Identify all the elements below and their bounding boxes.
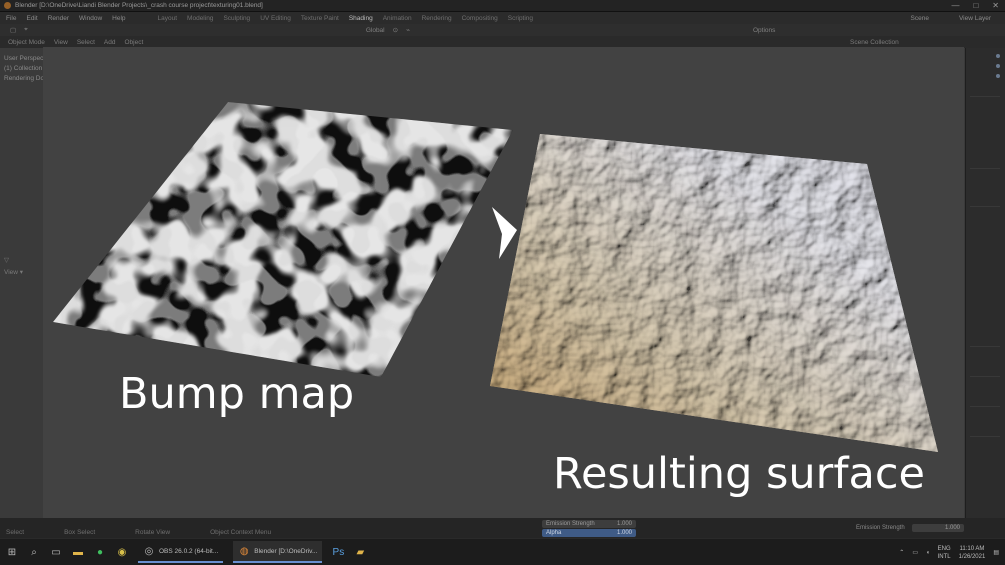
system-tray: ⌃ ▭ ◖ ENG INTL 11:10 AM 1/26/2021 ▤	[899, 539, 999, 565]
property-row[interactable]	[970, 198, 1000, 207]
field-label: Emission Strength	[546, 521, 595, 527]
field-value: 1.000	[616, 530, 632, 536]
obs-icon: ◎	[144, 545, 154, 557]
tab-rendering[interactable]: Rendering	[422, 15, 452, 22]
menu-window[interactable]: Window	[79, 15, 102, 22]
tab-modeling[interactable]: Modeling	[187, 15, 213, 22]
outliner-title: Scene Collection	[850, 38, 899, 46]
alpha-field[interactable]: Alpha 1.000	[542, 529, 636, 537]
network-icon[interactable]: ▭	[912, 549, 918, 556]
blender-logo-icon	[4, 2, 11, 9]
tool-settings-row: ▢ ⌖ Global ⊙ ⌁ Options	[0, 24, 1005, 36]
status-context-menu: Object Context Menu	[210, 529, 272, 536]
field-label: Alpha	[546, 530, 562, 536]
tab-layout[interactable]: Layout	[158, 15, 178, 22]
property-row[interactable]	[970, 338, 1000, 347]
status-box-select: Box Select	[64, 529, 96, 536]
close-button[interactable]: ✕	[992, 1, 999, 10]
property-row[interactable]	[970, 398, 1000, 407]
field-value: 1.000	[616, 521, 632, 527]
taskbar-app-obs[interactable]: ◎ OBS 26.0.2 (64-bit...	[138, 541, 224, 563]
tab-shading[interactable]: Shading	[349, 15, 373, 22]
object-mode-dropdown[interactable]: Object Mode	[8, 39, 45, 46]
tab-uv-editing[interactable]: UV Editing	[260, 15, 291, 22]
window-titlebar: Blender [D:\OneDrive\Liandi Blender Proj…	[0, 0, 1005, 12]
notification-icon[interactable]: ▤	[993, 549, 999, 556]
windows-start-icon[interactable]: ⊞	[6, 546, 18, 558]
menu-edit[interactable]: Edit	[26, 15, 37, 22]
right-emission-label: Emission Strength	[856, 525, 905, 531]
property-row[interactable]	[970, 160, 1000, 169]
window-title: Blender [D:\OneDrive\Liandi Blender Proj…	[15, 2, 263, 9]
status-rotate-view: Rotate View	[135, 529, 171, 536]
view-dropdown[interactable]: View ▾	[4, 268, 23, 276]
node-editor-strip: Emission Strength 1.000 Alpha 1.000 Emis…	[0, 518, 1005, 538]
transform-orientation-dropdown[interactable]: Global	[366, 27, 385, 34]
menu-file[interactable]: File	[6, 15, 16, 22]
folder-icon[interactable]: ▰	[354, 546, 366, 558]
language-sub: INTL	[937, 553, 951, 560]
maximize-button[interactable]: □	[973, 1, 978, 10]
visibility-icon[interactable]	[996, 54, 1000, 58]
scene-selector[interactable]: Scene	[911, 15, 929, 22]
right-emission-field[interactable]: 1.000	[912, 524, 964, 532]
tab-compositing[interactable]: Compositing	[462, 15, 498, 22]
tab-sculpting[interactable]: Sculpting	[223, 15, 250, 22]
slide-panel: Bump map Resulting surface	[43, 47, 964, 518]
chevron-up-icon[interactable]: ⌃	[899, 549, 904, 556]
language-indicator[interactable]: ENG INTL	[938, 545, 951, 561]
search-icon[interactable]: ⌕	[28, 546, 40, 558]
property-row[interactable]	[970, 88, 1000, 97]
statusbar: Select Box Select Rotate View Object Con…	[6, 529, 271, 536]
top-menubar: File Edit Render Window Help Layout Mode…	[0, 12, 1005, 24]
properties-panel	[965, 48, 1005, 518]
resulting-surface-caption: Resulting surface	[553, 449, 925, 499]
slot-dropdown[interactable]: ▽	[4, 256, 9, 264]
spotify-icon[interactable]: ●	[94, 546, 106, 558]
menu-render[interactable]: Render	[48, 15, 69, 22]
visibility-icon[interactable]	[996, 74, 1000, 78]
taskbar-app-label: OBS 26.0.2 (64-bit...	[159, 547, 219, 555]
menu-add[interactable]: Add	[104, 39, 116, 46]
clock[interactable]: 11:10 AM 1/26/2021	[959, 545, 986, 561]
taskbar-app-blender[interactable]: ◍ Blender [D:\OneDriv...	[233, 541, 323, 563]
windows-taskbar: ⊞ ⌕ ▭ ▬ ● ◉ ◎ OBS 26.0.2 (64-bit... ◍ Bl…	[0, 538, 1005, 565]
menu-view[interactable]: View	[54, 39, 68, 46]
field-value: 1.000	[944, 525, 960, 531]
resulting-surface-plane	[490, 134, 938, 452]
emission-strength-field[interactable]: Emission Strength 1.000	[542, 520, 636, 528]
task-view-icon[interactable]: ▭	[50, 546, 62, 558]
clock-time: 11:10 AM	[959, 545, 985, 552]
file-explorer-icon[interactable]: ▬	[72, 546, 84, 558]
tab-scripting[interactable]: Scripting	[508, 15, 533, 22]
status-select: Select	[6, 529, 25, 536]
tab-animation[interactable]: Animation	[383, 15, 412, 22]
chrome-icon[interactable]: ◉	[116, 546, 128, 558]
clock-date: 1/26/2021	[958, 553, 986, 560]
window-controls: — □ ✕	[951, 1, 999, 10]
menu-help[interactable]: Help	[112, 15, 125, 22]
bump-map-plane	[53, 102, 513, 377]
blender-icon: ◍	[239, 545, 249, 557]
tab-texture-paint[interactable]: Texture Paint	[301, 15, 339, 22]
visibility-icon[interactable]	[996, 64, 1000, 68]
cursor-tool-icon[interactable]: ⌖	[24, 26, 28, 34]
property-row[interactable]	[970, 428, 1000, 437]
slide-illustration	[53, 102, 938, 452]
select-tool-icon[interactable]: ▢	[10, 26, 16, 34]
right-arrow-icon	[492, 207, 517, 259]
property-row[interactable]	[970, 368, 1000, 377]
minimize-button[interactable]: —	[951, 1, 959, 10]
taskbar-app-label: Blender [D:\OneDriv...	[254, 547, 318, 555]
language-code: ENG	[937, 545, 951, 552]
menu-select[interactable]: Select	[77, 39, 95, 46]
pivot-icon[interactable]: ⊙	[393, 26, 398, 34]
snap-icon[interactable]: ⌁	[406, 26, 410, 34]
photoshop-icon[interactable]: Ps	[332, 546, 345, 558]
volume-icon[interactable]: ◖	[926, 550, 930, 556]
options-dropdown[interactable]: Options	[753, 27, 775, 34]
bump-map-caption: Bump map	[119, 369, 355, 419]
view-layer-selector[interactable]: View Layer	[959, 15, 991, 22]
menu-object[interactable]: Object	[125, 39, 144, 46]
